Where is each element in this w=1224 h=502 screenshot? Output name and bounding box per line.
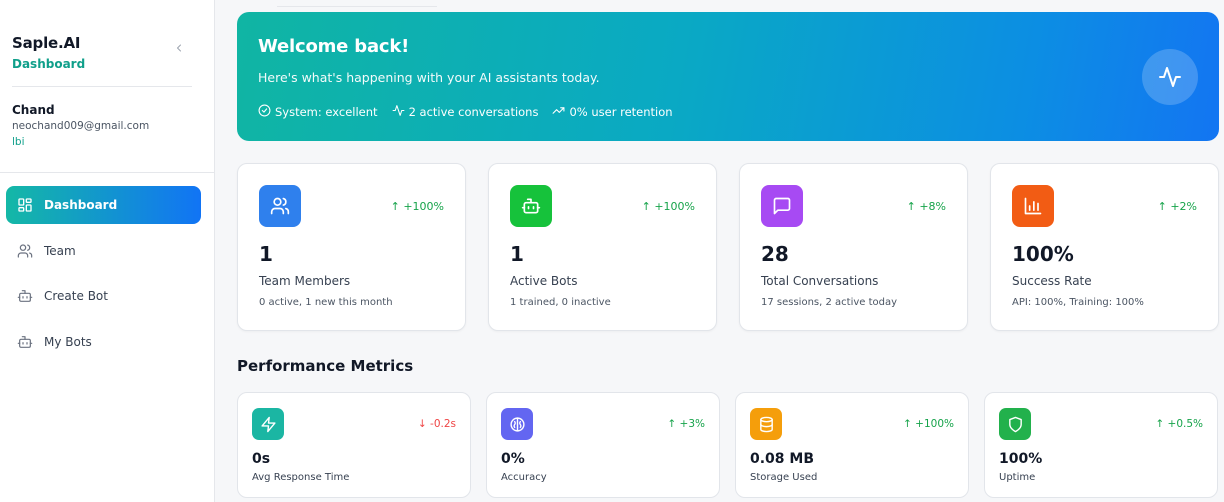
card-detail: 1 trained, 0 inactive [510,297,611,308]
activity-icon [392,104,409,120]
section-title-performance: Performance Metrics [237,357,414,375]
trend-badge: ↑ +100% [903,418,954,430]
metric-accuracy[interactable]: ↑ +3% 0% Accuracy [486,392,720,498]
user-email: neochand009@gmail.com [12,120,150,132]
metric-value: 100% [999,451,1043,467]
card-detail: 0 active, 1 new this month [259,297,393,308]
sidebar-nav: Dashboard Team Create Bot My Bots [6,186,201,368]
database-icon [750,408,782,440]
summary-cards: ↑ +100% 1 Team Members 0 active, 1 new t… [237,163,1223,331]
card-label: Team Members [259,274,351,288]
metric-value: 0s [252,451,271,467]
bot-icon [17,334,33,350]
banner-stat-text: System: excellent [275,105,378,119]
banner-stat-system: System: excellent [258,104,378,120]
activity-icon [1142,49,1198,105]
metric-uptime[interactable]: ↑ +0.5% 100% Uptime [984,392,1218,498]
metric-label: Storage Used [750,472,818,483]
bot-icon [510,185,552,227]
metric-label: Avg Response Time [252,472,350,483]
banner-stat-text: 0% user retention [569,105,673,119]
card-detail: API: 100%, Training: 100% [1012,297,1144,308]
bot-icon [17,288,33,304]
card-label: Total Conversations [761,274,879,288]
chevron-left-icon[interactable] [172,42,186,56]
trend-badge: ↑ +3% [667,418,705,430]
sidebar-item-dashboard[interactable]: Dashboard [6,186,201,224]
performance-metrics: ↓ -0.2s 0s Avg Response Time ↑ +3% 0% Ac… [237,392,1223,498]
card-label: Active Bots [510,274,578,288]
trend-badge: ↑ +8% [906,200,946,213]
bar-chart-icon [1012,185,1054,227]
divider [12,86,192,87]
card-team-members[interactable]: ↑ +100% 1 Team Members 0 active, 1 new t… [237,163,466,331]
users-icon [259,185,301,227]
sidebar-item-label: My Bots [44,334,92,349]
card-value: 100% [1012,242,1074,266]
metric-label: Accuracy [501,472,547,483]
card-success-rate[interactable]: ↑ +2% 100% Success Rate API: 100%, Train… [990,163,1219,331]
metric-storage-used[interactable]: ↑ +100% 0.08 MB Storage Used [735,392,969,498]
card-active-bots[interactable]: ↑ +100% 1 Active Bots 1 trained, 0 inact… [488,163,717,331]
sidebar: Saple.AI Dashboard Chand neochand009@gma… [0,0,215,502]
sidebar-item-label: Create Bot [44,289,108,303]
users-icon [17,243,33,259]
trend-badge: ↑ +100% [641,200,695,213]
sidebar-item-create-bot[interactable]: Create Bot [6,277,201,315]
banner-stat-conversations: 2 active conversations [392,104,539,120]
card-value: 1 [510,242,524,266]
banner-subtitle: Here's what's happening with your AI ass… [258,70,600,85]
metric-label: Uptime [999,472,1036,483]
brand-subtitle: Dashboard [12,57,86,71]
shield-icon [999,408,1031,440]
trend-badge: ↑ +0.5% [1155,418,1203,430]
metric-value: 0.08 MB [750,451,815,467]
card-value: 1 [259,242,273,266]
message-icon [761,185,803,227]
metric-avg-response-time[interactable]: ↓ -0.2s 0s Avg Response Time [237,392,471,498]
card-detail: 17 sessions, 2 active today [761,297,898,308]
trending-up-icon [552,104,569,120]
divider [0,172,214,173]
divider [277,6,437,7]
user-profile: Chand neochand009@gmail.com lbi [12,103,149,148]
brand-name: Saple.AI [12,34,81,52]
brand: Saple.AI Dashboard [12,34,85,71]
zap-icon [252,408,284,440]
banner-stat-text: 2 active conversations [408,105,539,119]
sidebar-item-label: Dashboard [44,198,118,212]
banner-title: Welcome back! [258,36,410,57]
sidebar-item-my-bots[interactable]: My Bots [6,323,201,361]
card-total-conversations[interactable]: ↑ +8% 28 Total Conversations 17 sessions… [739,163,968,331]
banner-stats: System: excellent 2 active conversations… [258,104,687,120]
check-circle-icon [258,104,275,120]
user-org: lbi [12,136,25,148]
sidebar-item-label: Team [44,243,76,258]
banner-stat-retention: 0% user retention [552,104,673,120]
trend-badge: ↑ +2% [1157,200,1197,213]
main-content: Welcome back! Here's what's happening wi… [215,0,1224,502]
trend-badge: ↓ -0.2s [417,418,456,430]
brain-icon [501,408,533,440]
grid-icon [17,197,33,213]
card-label: Success Rate [1012,274,1092,288]
user-name: Chand [12,103,55,117]
sidebar-item-team[interactable]: Team [6,232,201,270]
card-value: 28 [761,242,789,266]
welcome-banner: Welcome back! Here's what's happening wi… [237,12,1219,141]
metric-value: 0% [501,451,525,467]
trend-badge: ↑ +100% [390,200,444,213]
